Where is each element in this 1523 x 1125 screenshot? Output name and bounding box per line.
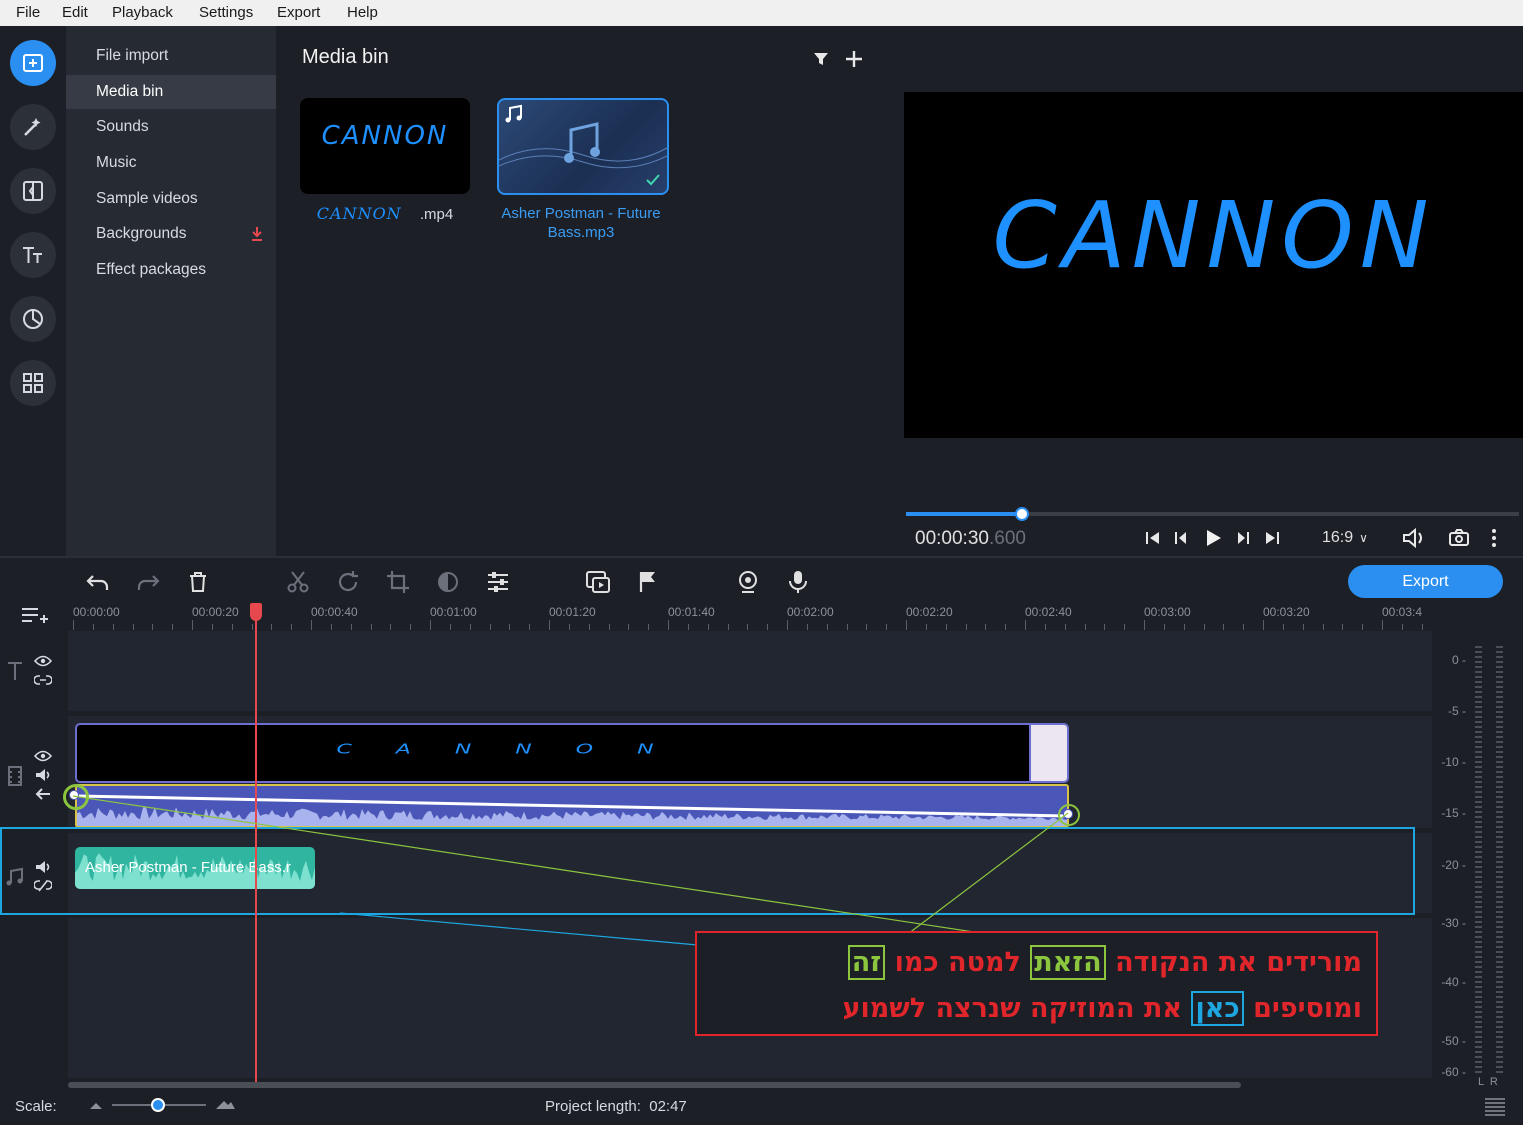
annotation-highlight-green: הזאת: [1030, 945, 1106, 980]
meter-db-label: -5 -: [1448, 704, 1466, 718]
aspect-ratio-value: 16:9: [1322, 529, 1354, 546]
tool-rail: [0, 26, 66, 556]
annotation-highlight-green: זה: [847, 945, 886, 980]
stickers-tool-button[interactable]: [10, 296, 56, 342]
seekbar-fill: [906, 512, 1023, 516]
meter-db-label: -60 -: [1441, 1065, 1466, 1079]
category-media-bin[interactable]: Media bin: [66, 75, 276, 109]
media-item-video[interactable]: CANNON: [300, 98, 470, 194]
meter-db-label: -50 -: [1441, 1034, 1466, 1048]
more-tools-button[interactable]: [10, 360, 56, 406]
media-item-audio[interactable]: [497, 98, 669, 195]
grid-icon: [23, 373, 43, 393]
play-icon[interactable]: [1202, 527, 1224, 549]
media-item-audio-caption: Asher Postman - Future Bass.mp3: [501, 205, 661, 241]
scale-label: Scale:: [15, 1098, 57, 1115]
zoom-out-icon[interactable]: [88, 1101, 104, 1111]
snapshot-camera-icon[interactable]: [1448, 528, 1470, 548]
category-music[interactable]: Music: [66, 146, 276, 180]
meter-lr-label: L R: [1478, 1076, 1498, 1088]
annotation-lines: [72, 795, 1201, 991]
sticker-icon: [23, 309, 43, 329]
zoom-in-icon[interactable]: [214, 1099, 236, 1111]
category-label: Music: [96, 154, 137, 171]
meter-db-label: -10 -: [1441, 755, 1466, 769]
category-label: Backgrounds: [96, 225, 187, 242]
menu-bar: File Edit Playback Settings Export Help: [0, 0, 1523, 27]
magic-wand-icon: [24, 118, 41, 136]
text-icon: [23, 247, 42, 263]
meter-grid-icon[interactable]: [1483, 1096, 1507, 1116]
annotation-highlight-blue: כאן: [1191, 991, 1244, 1026]
menu-settings[interactable]: Settings: [199, 4, 253, 21]
category-effect-packages[interactable]: Effect packages: [66, 253, 276, 287]
project-length: Project length: 02:47: [545, 1098, 687, 1115]
audio-thumb-art: [499, 122, 667, 186]
category-backgrounds[interactable]: Backgrounds: [66, 217, 276, 251]
filter-icon[interactable]: [812, 50, 830, 68]
timeline-scrollbar[interactable]: [68, 1082, 1241, 1088]
menu-playback[interactable]: Playback: [112, 4, 173, 21]
download-icon: [252, 227, 262, 241]
magic-tool-button[interactable]: [10, 104, 56, 150]
annotation-line-1: מורידים את הנקודה הזאת למטה כמו זה: [847, 945, 1362, 980]
category-sample-videos[interactable]: Sample videos: [66, 182, 276, 216]
timeline-panel: Export 00:00:00 00:00:20 00:00:40 00:01:00 0…: [0, 558, 1523, 1125]
preview-panel: CANNON 00:00:30.600 16:9 ∨: [904, 26, 1523, 556]
video-thumb-text: CANNON: [321, 121, 449, 151]
import-icon: [23, 54, 43, 72]
annotation-text: מורידים את הנקודה: [1105, 947, 1362, 978]
meter-db-label: -15 -: [1441, 806, 1466, 820]
audio-meter-right: [1496, 646, 1503, 1076]
category-label: Media bin: [96, 83, 164, 100]
annotation-line-2: ומוסיפים כאן את המוזיקה שנרצה לשמוע: [842, 991, 1362, 1026]
audio-meter-left: [1475, 646, 1482, 1076]
skip-end-icon[interactable]: [1263, 529, 1281, 547]
timecode-ms: .600: [988, 528, 1026, 549]
import-tool-button[interactable]: [10, 40, 56, 86]
preview-timecode: 00:00:30.600: [915, 528, 1026, 550]
timecode-main: 00:00:30: [915, 528, 989, 549]
seekbar-handle[interactable]: [1015, 507, 1030, 521]
chevron-down-icon: ∨: [1359, 531, 1368, 545]
video-name-art: CANNON: [316, 204, 402, 223]
preview-seekbar[interactable]: [906, 507, 1519, 521]
media-item-video-caption: CANNON .mp4: [290, 204, 480, 224]
video-extension: .mp4: [419, 206, 454, 223]
volume-icon[interactable]: [1401, 527, 1427, 549]
skip-start-icon[interactable]: [1144, 529, 1162, 547]
scale-slider-handle[interactable]: [151, 1098, 165, 1112]
frame-back-icon[interactable]: [1172, 529, 1190, 547]
menu-export[interactable]: Export: [277, 4, 320, 21]
meter-db-label: 0 -: [1451, 653, 1466, 667]
annotation-text: את המוזיקה שנרצה לשמוע: [842, 993, 1192, 1024]
menu-edit[interactable]: Edit: [62, 4, 88, 21]
media-bin-panel: Media bin CANNON CANNON .mp4 Asher Postm…: [276, 26, 904, 556]
annotation-text: ומוסיפים: [1243, 993, 1362, 1024]
category-label: Effect packages: [96, 261, 207, 278]
aspect-ratio-select[interactable]: 16:9 ∨: [1322, 529, 1368, 547]
category-label: Sample videos: [96, 190, 198, 207]
titles-tool-button[interactable]: [10, 232, 56, 278]
media-bin-title: Media bin: [302, 46, 389, 68]
menu-help[interactable]: Help: [347, 4, 378, 21]
meter-db-label: -40 -: [1441, 975, 1466, 989]
category-label: Sounds: [96, 118, 149, 135]
preview-title-text: CANNON: [992, 182, 1435, 289]
meter-db-label: -20 -: [1441, 858, 1466, 872]
annotation-text: למטה כמו: [885, 947, 1031, 978]
more-options-icon[interactable]: [1488, 527, 1500, 549]
menu-file[interactable]: File: [16, 4, 40, 21]
category-label: File import: [96, 47, 169, 64]
preview-screen: CANNON: [904, 92, 1523, 438]
frame-forward-icon[interactable]: [1234, 529, 1252, 547]
add-icon[interactable]: [844, 49, 864, 69]
meter-db-label: -30 -: [1441, 916, 1466, 930]
transitions-tool-button[interactable]: [10, 168, 56, 214]
category-list: File import Media bin Sounds Music Sampl…: [66, 26, 276, 556]
category-sounds[interactable]: Sounds: [66, 110, 276, 144]
annotation-box: מורידים את הנקודה הזאת למטה כמו זה ומוסי…: [695, 931, 1378, 1036]
category-file-import[interactable]: File import: [66, 39, 276, 73]
transition-icon: [23, 181, 43, 201]
